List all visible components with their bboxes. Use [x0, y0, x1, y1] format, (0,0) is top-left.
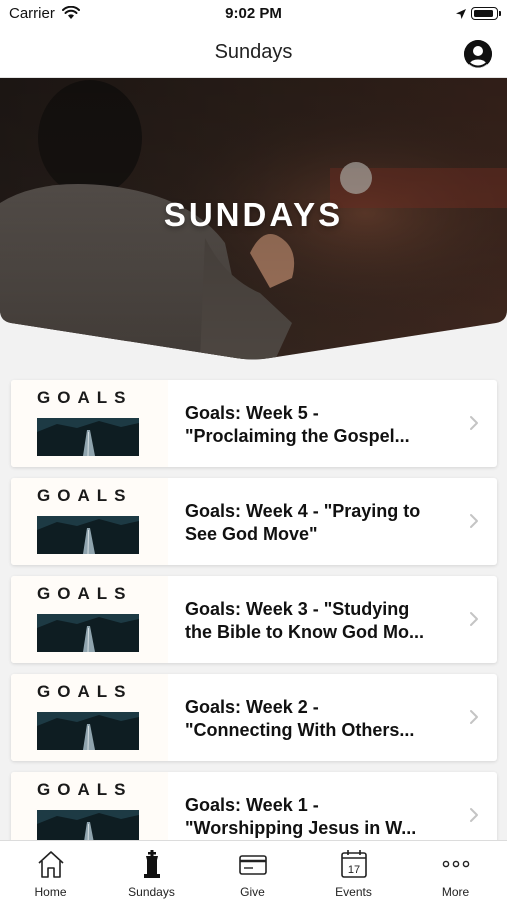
sundays-icon — [144, 850, 160, 878]
sermon-item[interactable]: GOALS Goals: Week 4 - "Praying to See Go… — [11, 478, 497, 565]
calendar-date-text: 17 — [348, 864, 360, 876]
tab-bar: Home Sundays Give 17 Events More — [0, 840, 507, 900]
sermon-thumbnail: GOALS — [11, 772, 168, 840]
chevron-right-icon — [470, 808, 478, 822]
road-image — [37, 516, 139, 554]
profile-icon[interactable] — [464, 40, 492, 68]
sermon-item[interactable]: GOALS Goals: Week 1 - "Worshipping Jesus… — [11, 772, 497, 840]
chevron-right-icon — [470, 416, 478, 430]
chevron-right-icon — [470, 514, 478, 528]
thumbnail-word: GOALS — [37, 780, 133, 799]
navigation-bar: Sundays — [0, 28, 507, 78]
app-screen: Carrier 9:02 PM Sundays SUNDAYS GOALS Go… — [0, 0, 507, 900]
sermon-title: Goals: Week 2 - "Connecting With Others.… — [185, 697, 415, 740]
tab-events-label: Events — [335, 885, 372, 899]
thumbnail-word: GOALS — [37, 388, 133, 407]
chevron-right-icon — [470, 612, 478, 626]
battery-icon — [471, 7, 501, 20]
hero-title: SUNDAYS — [163, 196, 344, 233]
sermon-item[interactable]: GOALS Goals: Week 2 - "Connecting With O… — [11, 674, 497, 761]
sermon-item[interactable]: GOALS Goals: Week 3 - "Studying the Bibl… — [11, 576, 497, 663]
sermon-list: GOALS Goals: Week 5 - "Proclaiming the G… — [0, 360, 507, 840]
road-image — [37, 418, 139, 456]
calendar-icon: 17 — [341, 850, 367, 878]
sermon-title: Goals: Week 1 - "Worshipping Jesus in W.… — [185, 795, 417, 838]
tab-home[interactable]: Home — [0, 841, 101, 900]
thumbnail-word: GOALS — [37, 682, 133, 701]
sermon-thumbnail: GOALS — [11, 576, 168, 663]
thumbnail-word: GOALS — [37, 584, 133, 603]
tab-more[interactable]: More — [405, 841, 506, 900]
chevron-right-icon — [470, 710, 478, 724]
location-arrow-icon — [455, 7, 467, 25]
tab-give-label: Give — [240, 885, 265, 899]
page-title: Sundays — [214, 41, 293, 63]
home-icon — [38, 851, 64, 878]
tab-sundays-label: Sundays — [128, 885, 175, 899]
clock: 9:02 PM — [225, 5, 282, 22]
road-image — [37, 614, 139, 652]
sermon-title: Goals: Week 5 - "Proclaiming the Gospel.… — [185, 403, 410, 446]
road-image — [37, 810, 139, 840]
thumbnail-word: GOALS — [37, 486, 133, 505]
sermon-thumbnail: GOALS — [11, 478, 168, 565]
more-dots-icon — [442, 860, 470, 868]
road-image — [37, 712, 139, 750]
status-bar: Carrier 9:02 PM — [0, 0, 507, 28]
sermon-item[interactable]: GOALS Goals: Week 5 - "Proclaiming the G… — [11, 380, 497, 467]
sermon-title: Goals: Week 3 - "Studying the Bible to K… — [185, 599, 424, 642]
tab-give[interactable]: Give — [202, 841, 303, 900]
tab-events[interactable]: 17 Events — [303, 841, 404, 900]
give-card-icon — [239, 855, 267, 875]
tab-sundays[interactable]: Sundays — [101, 841, 202, 900]
hero-banner: SUNDAYS — [0, 78, 507, 360]
sermon-thumbnail: GOALS — [11, 674, 168, 761]
tab-more-label: More — [441, 885, 470, 899]
sermon-title: Goals: Week 4 - "Praying to See God Move… — [185, 501, 421, 544]
sermon-thumbnail: GOALS — [11, 380, 168, 467]
tab-home-label: Home — [34, 885, 67, 899]
